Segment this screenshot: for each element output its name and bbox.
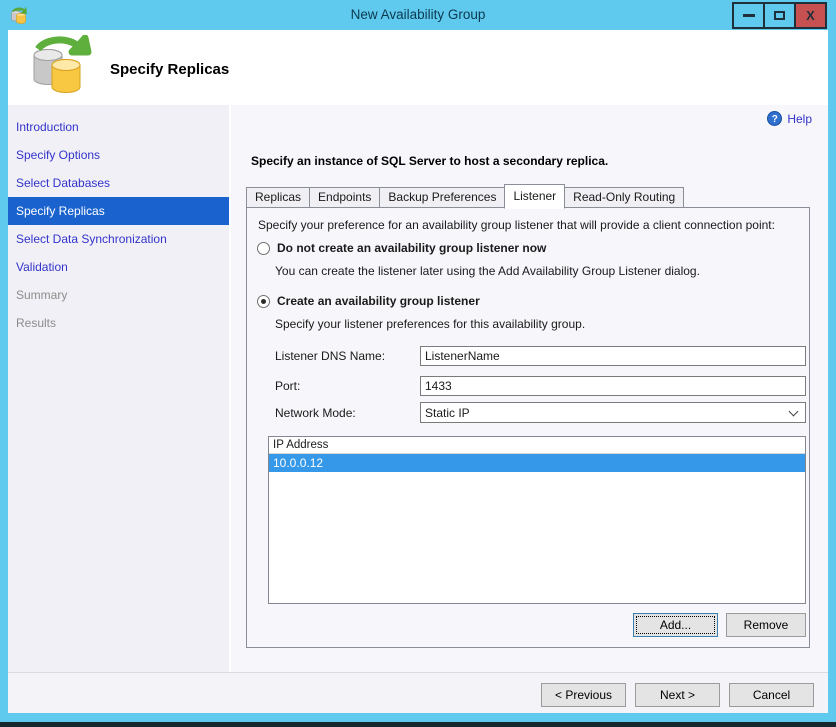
page-title: Specify Replicas [110,61,230,78]
help-link[interactable]: ? Help [767,111,812,126]
maximize-icon [774,11,785,20]
dns-name-input[interactable] [420,346,806,366]
help-icon: ? [767,111,783,126]
sidebar-item-validation[interactable]: Validation [8,253,229,281]
network-mode-value: Static IP [425,405,470,420]
replica-tabs: Replicas Endpoints Backup Preferences Li… [246,177,685,209]
window-bottom-edge [0,722,836,727]
no-listener-description: You can create the listener later using … [275,264,700,278]
maximize-button[interactable] [763,2,796,29]
add-button[interactable]: Add... [633,613,718,637]
create-listener-radio[interactable] [257,294,270,308]
sidebar-item-summary: Summary [16,288,68,302]
sidebar-item-select-data-synchronization[interactable]: Select Data Synchronization [8,225,229,253]
wizard-header: Specify Replicas [8,30,828,105]
wizard-steps-list: Introduction Specify Options Select Data… [8,113,229,337]
help-label: Help [787,111,812,126]
create-listener-description: Specify your listener preferences for th… [275,317,586,331]
instruction-text: Specify an instance of SQL Server to hos… [251,154,609,168]
close-button[interactable]: X [794,2,827,29]
previous-button[interactable]: < Previous [541,683,626,707]
sidebar-item-specify-replicas[interactable]: Specify Replicas [8,197,229,225]
sidebar-item-select-databases[interactable]: Select Databases [8,169,229,197]
ip-address-column-header[interactable]: IP Address [269,437,805,454]
sidebar-item-results: Results [16,316,57,330]
sidebar-item-introduction[interactable]: Introduction [8,113,229,141]
network-mode-select[interactable]: Static IP [420,402,806,423]
close-icon: X [806,8,815,23]
titlebar[interactable]: New Availability Group X [0,0,836,30]
remove-button[interactable]: Remove [726,613,806,637]
tab-endpoints[interactable]: Endpoints [309,187,381,208]
wizard-footer: < Previous Next > Cancel [8,672,828,713]
ip-address-row[interactable]: 10.0.0.12 [269,454,805,472]
option-no-listener[interactable]: Do not create an availability group list… [257,241,546,255]
cancel-button[interactable]: Cancel [729,683,814,707]
dns-name-label: Listener DNS Name: [275,349,386,363]
tab-replicas[interactable]: Replicas [246,187,311,208]
listener-tab-panel: Specify your preference for an availabil… [246,207,810,648]
window-title: New Availability Group [350,7,486,22]
listener-intro-text: Specify your preference for an availabil… [258,218,775,232]
wizard-content: ? Help Specify an instance of SQL Server… [231,105,828,672]
minimize-icon [742,14,755,17]
no-listener-label[interactable]: Do not create an availability group list… [277,241,546,255]
window-controls: X [732,2,827,29]
new-availability-group-window: New Availability Group X Specify Replica… [0,0,836,727]
next-button[interactable]: Next > [635,683,720,707]
wizard-steps-sidebar: Introduction Specify Options Select Data… [8,105,229,713]
no-listener-radio[interactable] [257,241,270,255]
tab-listener[interactable]: Listener [504,184,566,209]
chevron-down-icon [788,406,799,417]
ip-address-list: IP Address 10.0.0.12 [268,436,806,604]
create-listener-label[interactable]: Create an availability group listener [277,294,480,308]
sidebar-item-specify-options[interactable]: Specify Options [8,141,229,169]
option-create-listener[interactable]: Create an availability group listener [257,294,480,308]
dialog-frame: Specify Replicas Introduction Specify Op… [8,30,828,713]
replicas-database-icon [26,34,92,102]
network-mode-label: Network Mode: [275,406,356,420]
minimize-button[interactable] [732,2,765,29]
port-label: Port: [275,379,301,393]
tab-backup-preferences[interactable]: Backup Preferences [379,187,506,208]
port-input[interactable] [420,376,806,396]
tab-read-only-routing[interactable]: Read-Only Routing [564,187,685,208]
